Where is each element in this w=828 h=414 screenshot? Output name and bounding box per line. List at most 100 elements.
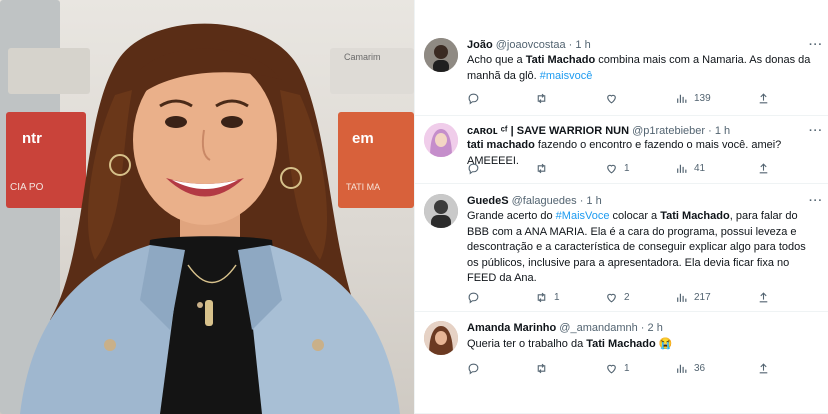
photo-tati-machado: ntr em CIA PO TATI MA Camarim xyxy=(0,0,414,414)
tweet-text: Acho que a Tati Machado combina mais com… xyxy=(467,53,813,84)
text-segment: 😭 xyxy=(655,338,673,350)
avatar-image xyxy=(424,194,458,228)
text-segment: Acho que a xyxy=(467,54,526,66)
share-icon xyxy=(759,362,768,373)
views-icon xyxy=(677,364,687,373)
like-count: 1 xyxy=(624,362,630,374)
view-count: 41 xyxy=(694,162,706,174)
tweet-time[interactable]: 1 h xyxy=(575,39,590,51)
person-illustration xyxy=(20,23,400,414)
reply-button[interactable] xyxy=(467,361,486,375)
text-segment: Queria ter o trabalho da xyxy=(467,338,587,350)
text-bold[interactable]: Tati Machado xyxy=(660,210,729,222)
tweet[interactable]: GuedeS @falaguedes · 1 h ··· Grande acer… xyxy=(415,184,828,312)
like-button[interactable]: 1 xyxy=(605,161,630,175)
tweet[interactable]: João @joaovcostaa · 1 h ··· Acho que a T… xyxy=(415,0,828,116)
text-bold[interactable]: Tati Machado xyxy=(586,338,655,350)
tweet-feed[interactable]: João @joaovcostaa · 1 h ··· Acho que a T… xyxy=(414,0,828,414)
text-bold[interactable]: tati machado xyxy=(467,139,535,151)
display-name[interactable]: GuedeS xyxy=(467,195,509,207)
retweet-button[interactable] xyxy=(535,161,554,175)
avatar-image xyxy=(424,38,458,72)
heart-icon xyxy=(607,164,616,173)
reply-button[interactable] xyxy=(467,91,486,105)
heart-icon xyxy=(607,364,616,373)
retweet-icon xyxy=(537,292,546,302)
tweet-header: GuedeS @falaguedes · 1 h ··· xyxy=(467,194,823,208)
tweet-time[interactable]: 1 h xyxy=(715,125,730,137)
tweet-time[interactable]: 1 h xyxy=(586,195,601,207)
tweet[interactable]: ᴄᴀʀᴏʟ ᶜᶠ | SAVE WARRIOR NUN @p1ratebiebe… xyxy=(415,116,828,184)
tweet-header: ᴄᴀʀᴏʟ ᶜᶠ | SAVE WARRIOR NUN @p1ratebiebe… xyxy=(467,124,823,138)
tweet-actions: 1 2 217 xyxy=(467,290,770,304)
tweet-text: Grande acerto do #MaisVoce colocar a Tat… xyxy=(467,209,813,287)
like-button[interactable]: 2 xyxy=(605,290,630,304)
like-button[interactable]: 1 xyxy=(605,361,630,375)
retweet-button[interactable]: 1 xyxy=(535,290,560,304)
display-name[interactable]: João xyxy=(467,39,493,51)
more-icon[interactable]: ··· xyxy=(809,124,823,138)
view-count: 36 xyxy=(694,362,706,374)
tweet-actions: 1 41 xyxy=(467,161,770,175)
more-icon[interactable]: ··· xyxy=(809,38,823,52)
reply-button[interactable] xyxy=(467,161,486,175)
display-name[interactable]: ᴄᴀʀᴏʟ ᶜᶠ | SAVE WARRIOR NUN xyxy=(467,125,629,137)
avatar[interactable] xyxy=(424,194,458,228)
hashtag-link[interactable]: #maisvocê xyxy=(540,70,593,82)
share-button[interactable] xyxy=(757,290,770,304)
reply-button[interactable] xyxy=(467,290,486,304)
avatar[interactable] xyxy=(424,38,458,72)
heart-icon xyxy=(607,293,616,302)
like-button[interactable] xyxy=(605,91,624,105)
reply-icon xyxy=(468,363,479,374)
user-handle[interactable]: @joaovcostaa xyxy=(496,39,566,51)
reply-icon xyxy=(468,93,479,104)
view-count: 217 xyxy=(694,291,711,303)
tweet-header: Amanda Marinho @_amandamnh · 2 h xyxy=(467,322,663,334)
avatar[interactable] xyxy=(424,123,458,157)
text-segment: colocar a xyxy=(609,210,661,222)
retweet-button[interactable] xyxy=(535,91,554,105)
user-handle[interactable]: @_amandamnh xyxy=(559,322,637,334)
tweet-header: João @joaovcostaa · 1 h ··· xyxy=(467,38,823,52)
retweet-count: 1 xyxy=(554,291,560,303)
views-button[interactable]: 139 xyxy=(675,91,711,105)
views-button[interactable]: 41 xyxy=(675,161,705,175)
share-button[interactable] xyxy=(757,91,770,105)
tweet-actions: 1 36 xyxy=(467,361,770,375)
tweet-actions: 139 xyxy=(467,91,770,105)
tweet[interactable]: Amanda Marinho @_amandamnh · 2 h Queria … xyxy=(415,312,828,414)
views-button[interactable]: 36 xyxy=(675,361,705,375)
avatar-image xyxy=(424,321,458,355)
retweet-icon xyxy=(537,93,546,103)
views-icon xyxy=(677,293,687,302)
like-count: 2 xyxy=(624,291,630,303)
user-handle[interactable]: @falaguedes xyxy=(512,195,577,207)
share-icon xyxy=(759,291,768,302)
share-button[interactable] xyxy=(757,161,770,175)
tweet-time[interactable]: 2 h xyxy=(648,322,663,334)
like-count: 1 xyxy=(624,162,630,174)
retweet-icon xyxy=(537,363,546,373)
user-handle[interactable]: @p1ratebieber xyxy=(632,125,705,137)
views-icon xyxy=(677,94,687,103)
hashtag-link[interactable]: #MaisVoce xyxy=(556,210,610,222)
more-icon[interactable]: ··· xyxy=(809,194,823,208)
text-segment: Grande acerto do xyxy=(467,210,556,222)
share-button[interactable] xyxy=(757,361,770,375)
tweet-text: Queria ter o trabalho da Tati Machado 😭 xyxy=(467,337,813,353)
display-name[interactable]: Amanda Marinho xyxy=(467,322,556,334)
text-bold[interactable]: Tati Machado xyxy=(526,54,595,66)
share-icon xyxy=(759,162,768,173)
reply-icon xyxy=(468,292,479,303)
share-icon xyxy=(759,92,768,103)
view-count: 139 xyxy=(694,92,711,104)
avatar-image xyxy=(424,123,458,157)
avatar[interactable] xyxy=(424,321,458,355)
retweet-icon xyxy=(537,163,546,173)
reply-icon xyxy=(468,163,479,174)
views-button[interactable]: 217 xyxy=(675,290,711,304)
retweet-button[interactable] xyxy=(535,361,554,375)
views-icon xyxy=(677,164,687,173)
heart-icon xyxy=(607,94,616,103)
